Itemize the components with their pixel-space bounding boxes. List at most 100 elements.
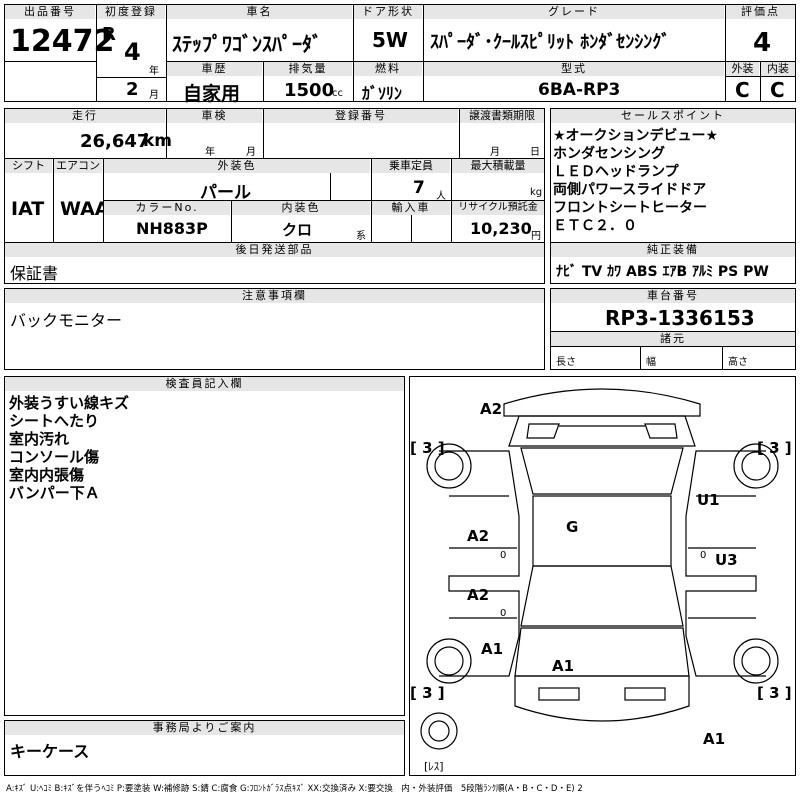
damage-u1: U1 — [697, 491, 720, 509]
height-label: 高さ — [728, 357, 748, 368]
displacement-label: 排気量 — [264, 62, 352, 76]
sales-point-line: ★オークションデビュー★ — [553, 128, 719, 144]
model-label: 型式 — [424, 62, 724, 76]
reg-label: 登録番号 — [264, 109, 458, 123]
capacity-label: 乗車定員 — [372, 159, 450, 173]
damage-a2-left1: A2 — [467, 527, 490, 545]
era: R — [102, 24, 116, 45]
chassis-value: RP3-1336153 — [605, 306, 755, 330]
aircon-value: WAA — [60, 198, 110, 220]
damage-a1-center: A1 — [552, 657, 575, 675]
score-label: 評価点 — [726, 5, 795, 19]
score-value: 4 — [753, 28, 772, 58]
car-diagram — [420, 388, 779, 750]
inspector-note-line: コンソール傷 — [9, 448, 100, 466]
color-no-value: NH883P — [136, 219, 208, 238]
inspector-note-line: 室内内張傷 — [9, 466, 85, 484]
tire-br: [ 3 ] — [757, 684, 792, 702]
transfer-day-unit: 日 — [530, 147, 540, 158]
transfer-month-unit: 月 — [490, 147, 500, 158]
exterior-value: C — [735, 78, 750, 102]
color-no-label: カラーNo. — [104, 201, 230, 215]
office-label: 事務局よりご案内 — [5, 721, 404, 735]
office-value: キーケース — [10, 742, 90, 761]
import-label: 輸入車 — [372, 201, 450, 215]
color-label: 外装色 — [104, 159, 370, 173]
chassis-label: 車台番号 — [551, 289, 795, 303]
interior-value: C — [770, 78, 785, 102]
transfer-label: 譲渡書類期限 — [460, 109, 544, 123]
int-color-value: クロ — [282, 221, 313, 239]
tire-tr: [ 3 ] — [757, 439, 792, 457]
inspector-note-line: 室内汚れ — [9, 430, 70, 448]
damage-g: G — [566, 518, 579, 536]
spare-label: [ﾚｽ] — [424, 760, 444, 773]
damage-a1-left: A1 — [481, 640, 504, 658]
history-label: 車歴 — [167, 62, 262, 76]
sales-point-line: ＬＥＤヘッドランプ — [553, 164, 679, 180]
damage-a2-left2: A2 — [467, 586, 490, 604]
capacity-value: 7 — [413, 178, 425, 198]
mileage-unit: km — [143, 131, 173, 151]
load-unit: kg — [530, 187, 543, 198]
lot-number: 12472 — [10, 24, 115, 59]
door-label: ドア形状 — [354, 5, 422, 19]
shift-label: シフト — [5, 159, 52, 173]
damage-a2-top: A2 — [480, 400, 503, 418]
month-unit: 月 — [149, 90, 159, 101]
history-value: 自家用 — [183, 83, 241, 105]
tire-bl: [ 3 ] — [410, 684, 445, 702]
zero-left1: 0 — [500, 550, 507, 561]
recycle-value: 10,230 — [470, 219, 532, 238]
first-reg-label: 初度登録 — [97, 5, 165, 19]
equip-value: ﾅﾋﾞ TV ｶﾜ ABS ｴｱB ｱﾙﾐ PS PW — [556, 264, 769, 280]
inspector-note-line: バンパー下Ａ — [9, 484, 100, 502]
inspector-label: 検査員記入欄 — [5, 377, 404, 391]
tire-tl: [ 3 ] — [410, 439, 445, 457]
mileage-value: 26,647 — [80, 131, 150, 152]
recycle-label: リサイクル預託金 — [452, 201, 544, 215]
door-value: 5W — [372, 28, 408, 52]
sales-point-line: 両側パワースライドドア — [553, 182, 707, 198]
interior-label: 内装 — [761, 62, 795, 76]
sales-point-line: ＥＴＣ２．０ — [553, 218, 637, 234]
zero-left2: 0 — [500, 608, 507, 619]
fuel-label: 燃料 — [354, 62, 422, 76]
notes-value: バックモニター — [10, 311, 123, 330]
sales-point-line: フロントシートヒーター — [553, 200, 707, 216]
mileage-label: 走行 — [5, 109, 165, 123]
reg-year: 4 — [124, 38, 141, 66]
notes-label: 注意事項欄 — [5, 289, 544, 303]
car-name: ｽﾃｯﾌﾟﾜｺﾞﾝｽﾊﾟｰﾀﾞ — [172, 32, 322, 56]
sales-label: セールスポイント — [551, 109, 795, 123]
recycle-unit: 円 — [531, 231, 541, 242]
int-color-label: 内装色 — [232, 201, 370, 215]
fuel-value: ｶﾞｿﾘﾝ — [362, 84, 403, 103]
inspector-note-line: シートへたり — [9, 412, 100, 430]
inspection-year-unit: 年 — [205, 147, 215, 158]
spec-label: 諸元 — [551, 332, 795, 346]
inspector-lines: 外装うすい線キズ シートへたり 室内汚れ コンソール傷 室内内張傷 バンパー下Ａ — [9, 394, 129, 502]
lot-label: 出品番号 — [5, 5, 95, 19]
reg-month: 2 — [126, 79, 139, 100]
damage-u3: U3 — [715, 551, 738, 569]
inspector-note-line: 外装うすい線キズ — [9, 394, 130, 412]
sales-point-line: ホンダセンシング — [553, 146, 665, 162]
model-value: 6BA-RP3 — [538, 80, 621, 100]
displacement-unit: cc — [332, 88, 343, 99]
displacement-value: 1500 — [284, 80, 335, 101]
name-label: 車名 — [167, 5, 352, 19]
inspection-label: 車検 — [167, 109, 262, 123]
width-label: 幅 — [646, 357, 656, 368]
grade-label: グレード — [424, 5, 724, 19]
damage-a1-bottom: A1 — [703, 730, 726, 748]
zero-right: 0 — [700, 550, 707, 561]
equip-label: 純正装備 — [551, 243, 795, 257]
later-value: 保証書 — [10, 264, 59, 283]
sales-lines: ★オークションデビュー★ ホンダセンシング ＬＥＤヘッドランプ両側パワースライドドア… — [553, 127, 718, 235]
grade-value: ｽﾊﾟｰﾀﾞ･ｸｰﾙｽﾋﾟﾘｯﾄ ﾎﾝﾀﾞｾﾝｼﾝｸﾞ — [430, 32, 671, 53]
shift-value: IAT — [11, 198, 45, 220]
legend: A:ｷｽﾞ U:ﾍｺﾐ B:ｷｽﾞを伴うﾍｺﾐ P:要塗装 W:補修跡 S:錆 … — [6, 784, 583, 794]
later-label: 後日発送部品 — [5, 243, 544, 257]
load-label: 最大積載量 — [452, 159, 544, 173]
